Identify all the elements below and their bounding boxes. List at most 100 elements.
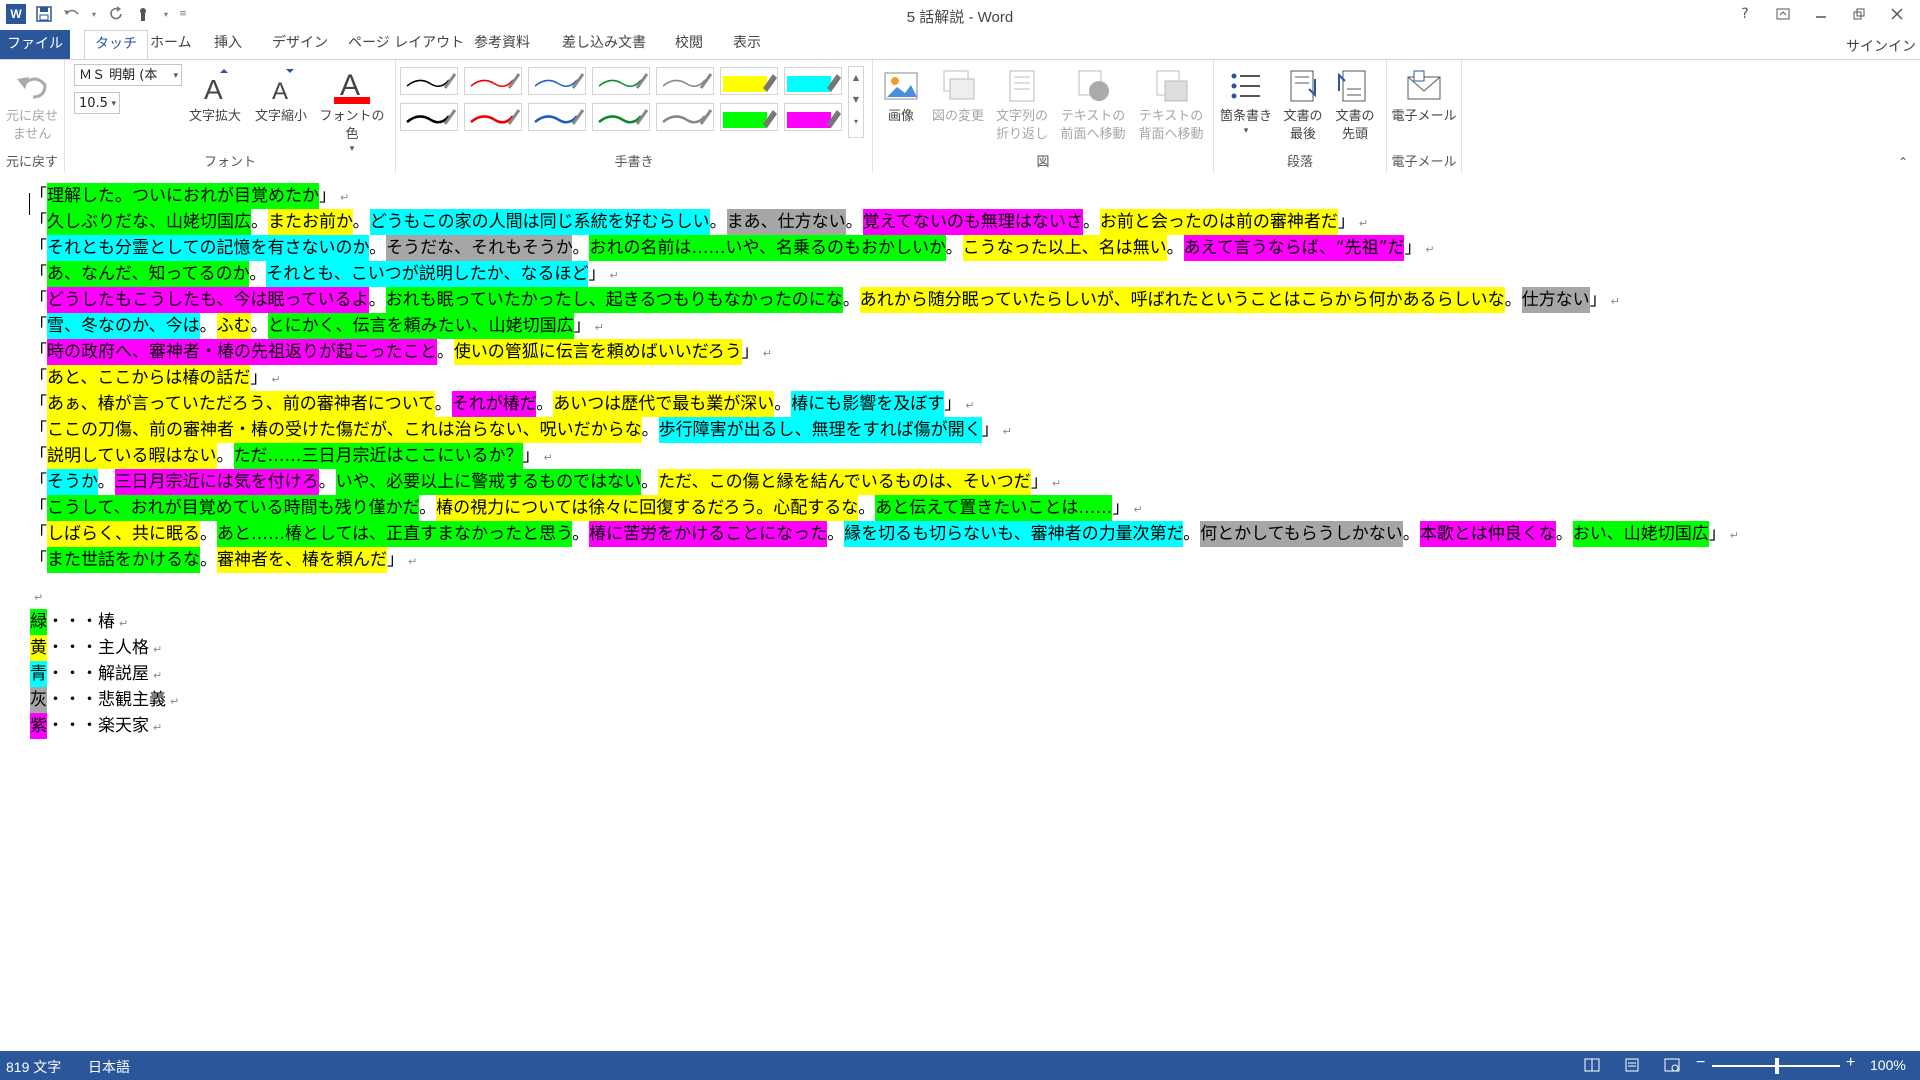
collapse-ribbon-icon[interactable]: ⌃ [1898, 155, 1908, 169]
tab-view[interactable]: 表示 [723, 30, 771, 57]
document-top-icon [1338, 70, 1366, 102]
highlighted-text-yellow: 説明している暇はない [47, 443, 217, 469]
tab-mailings[interactable]: 差し込み文書 [552, 30, 656, 57]
shrink-font-button[interactable]: A 文字縮小 [249, 66, 313, 126]
ribbon: 元に戻せ ません 元に戻す ＭＳ 明朝 (本 ▾ 10.5 ▾ A 文字拡大 A 文… [0, 59, 1920, 174]
pens-gallery-scroll[interactable]: ▲ ▼ ▾ [848, 66, 864, 138]
plain-text: 」 [1404, 238, 1422, 258]
shrink-font-icon: A [272, 69, 294, 103]
window-title: 5 話解説 - Word [906, 9, 1014, 26]
paragraph-mark-icon: ↵ [609, 269, 619, 282]
restore-icon[interactable] [1842, 2, 1876, 26]
pen-green-thick[interactable] [592, 103, 650, 131]
highlighter-yellow[interactable] [720, 67, 778, 95]
read-mode-icon[interactable] [1584, 1058, 1600, 1075]
document-top-label-1: 文書の [1335, 109, 1375, 124]
font-name-dropdown[interactable]: ＭＳ 明朝 (本 ▾ [74, 64, 182, 86]
zoom-slider-thumb[interactable] [1775, 1058, 1779, 1074]
tab-design[interactable]: デザイン [262, 30, 338, 57]
pen-gray-thick[interactable] [656, 103, 714, 131]
change-picture-label: 図の変更 [931, 109, 984, 124]
paragraph-mark-icon: ↵ [543, 451, 553, 464]
document-top-button[interactable]: 文書の 先頭 [1330, 66, 1380, 144]
paragraph-mark-icon: ↵ [1610, 295, 1620, 308]
font-size-dropdown[interactable]: 10.5 ▾ [74, 92, 120, 114]
paragraph-mark-icon: ↵ [340, 191, 350, 204]
tab-touch[interactable]: タッチ [84, 30, 148, 60]
document-page[interactable]: 「理解した。ついにおれが目覚めたか」 ↵ 「久しぶりだな、山姥切国広。またお前か。ど… [0, 173, 1920, 1051]
text-cursor [29, 193, 30, 215]
document-end-label-2: 最後 [1289, 127, 1316, 142]
highlighter-green[interactable] [720, 103, 778, 131]
tab-file[interactable]: ファイル [0, 30, 70, 59]
tab-home[interactable]: ホーム [140, 30, 202, 57]
highlighted-text-yellow: あと、ここからは椿の話だ [47, 365, 251, 391]
wrap-text-button[interactable]: 文字列の 折り返し [991, 66, 1053, 144]
highlighted-text-magenta: それが椿だ [451, 391, 537, 417]
font-color-button[interactable]: A フォントの色 ▾ [315, 66, 389, 154]
grow-font-button[interactable]: A 文字拡大 [183, 66, 247, 126]
highlighted-text-yellow: 使いの管狐に伝言を頼めばいいだろう [453, 339, 742, 365]
zoom-out-icon[interactable]: − [1696, 1054, 1705, 1072]
pen-black-thick[interactable] [400, 103, 458, 131]
plain-text: 。 [842, 290, 860, 310]
send-backward-button[interactable]: テキストの 背面へ移動 [1133, 66, 1209, 144]
undo-group-label: 元に戻す [5, 155, 58, 170]
plain-text: 。 [572, 238, 590, 258]
highlighted-text-magenta: 紫 [30, 713, 47, 739]
web-layout-icon[interactable] [1664, 1058, 1680, 1075]
highlighted-text-yellow: あぁ、椿が言っていただろう、前の審神者について [47, 391, 435, 417]
image-button[interactable]: 画像 [879, 66, 923, 126]
status-bar: 819 文字 日本語 − + 100% [0, 1051, 1920, 1080]
plain-text: 。 [368, 290, 386, 310]
minimize-icon[interactable] [1804, 2, 1838, 26]
undo-button[interactable]: 元に戻せ ません [2, 66, 62, 144]
plain-text: 「 [30, 498, 47, 518]
paragraph-mark-icon: ↵ [153, 721, 163, 734]
highlighted-text-yellow: あいつは歴代で最も業が深い [553, 391, 775, 417]
document-top-label-2: 先頭 [1341, 127, 1368, 142]
pen-green-thin[interactable] [592, 67, 650, 95]
tab-review[interactable]: 校閲 [665, 30, 713, 57]
wrap-text-label-2: 折り返し [995, 127, 1048, 142]
language-indicator[interactable]: 日本語 [88, 1057, 130, 1077]
help-button[interactable]: ? [1728, 2, 1762, 26]
highlighted-text-yellow: お前と会ったのは前の審神者だ [1099, 209, 1338, 235]
pen-red-thin[interactable] [464, 67, 522, 95]
plain-text: 」 [1112, 498, 1130, 518]
highlighter-cyan[interactable] [784, 67, 842, 95]
paragraph-mark-icon: ↵ [1133, 503, 1143, 516]
close-icon[interactable] [1880, 2, 1914, 26]
plain-text: 」 [573, 316, 591, 336]
ribbon-display-options-icon[interactable] [1766, 2, 1800, 26]
plain-text: 。 [1555, 524, 1573, 544]
plain-text: 。 [536, 394, 554, 414]
pen-blue-thin[interactable] [528, 67, 586, 95]
tab-insert[interactable]: 挿入 [204, 30, 252, 57]
pen-blue-thick[interactable] [528, 103, 586, 131]
zoom-in-icon[interactable]: + [1846, 1054, 1855, 1072]
signin-link[interactable]: サインイン [1846, 36, 1916, 56]
word-count[interactable]: 819 文字 [6, 1057, 61, 1077]
paragraph-mark-icon: ↵ [153, 643, 163, 656]
tab-page-layout[interactable]: ページ レイアウト [338, 30, 474, 57]
highlighter-magenta[interactable] [784, 103, 842, 131]
pen-gray-thin[interactable] [656, 67, 714, 95]
highlighted-text-green: ただ……三日月宗近はここにいるか？ [233, 443, 523, 469]
email-button[interactable]: 電子メール [1389, 66, 1459, 126]
paragraph-mark-icon: ↵ [1002, 425, 1012, 438]
change-picture-button[interactable]: 図の変更 [927, 66, 989, 126]
bullets-button[interactable]: 箇条書き ▾ [1216, 66, 1276, 136]
plain-text: ・・・悲観主義 [47, 690, 166, 710]
document-end-button[interactable]: 文書の 最後 [1278, 66, 1328, 144]
plain-text: 「 [30, 524, 47, 544]
zoom-level[interactable]: 100% [1870, 1057, 1906, 1073]
plain-text: 」 [1337, 212, 1355, 232]
title-bar: W ▾ ▾ ≡ 5 話解説 - Word ? [0, 0, 1920, 30]
bring-forward-button[interactable]: テキストの 前面へ移動 [1055, 66, 1131, 144]
pen-black-thin[interactable] [400, 67, 458, 95]
print-layout-icon[interactable] [1624, 1058, 1640, 1075]
tab-references[interactable]: 参考資料 [464, 30, 540, 57]
pen-red-thick[interactable] [464, 103, 522, 131]
document-end-icon [1290, 70, 1316, 102]
